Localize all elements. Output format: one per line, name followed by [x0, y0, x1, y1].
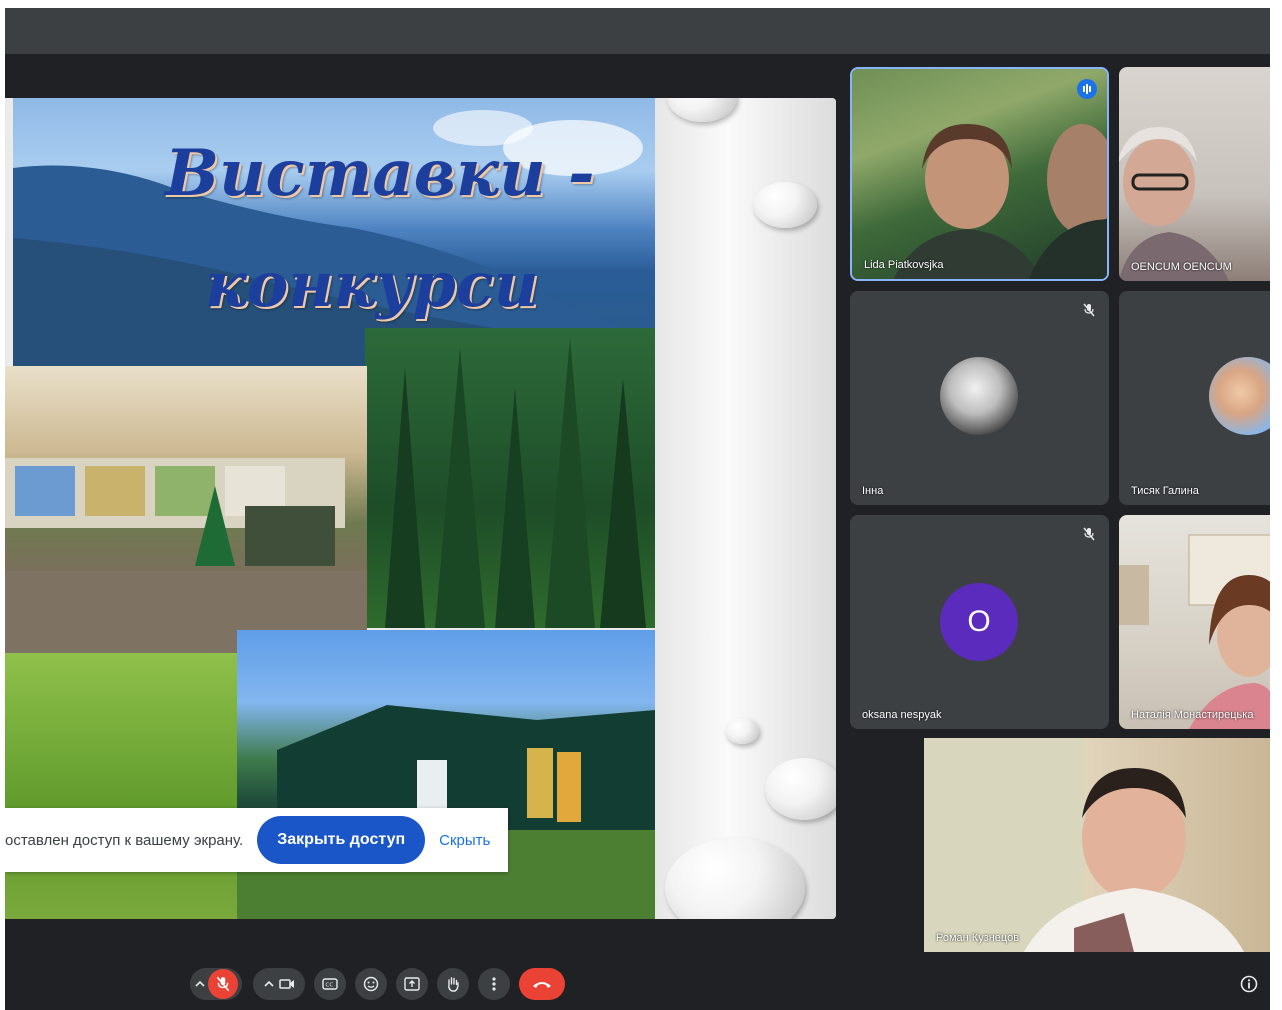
participant-tile[interactable]: Інна	[850, 291, 1109, 505]
participant-avatar	[940, 357, 1018, 435]
camera-control-group	[253, 968, 305, 1000]
water-drop-decoration	[753, 182, 817, 228]
participant-tile[interactable]: Тисяк Галина	[1119, 291, 1270, 505]
emoji-icon	[363, 976, 379, 992]
forest-photo	[365, 328, 655, 628]
meeting-window: Виставки - конкурси оставлен доступ к ва…	[5, 8, 1270, 1010]
chevron-up-icon[interactable]	[263, 978, 275, 990]
participant-tile[interactable]: Роман Кузнецов	[924, 738, 1270, 952]
mic-off-icon	[216, 976, 230, 992]
mic-off-icon	[1083, 303, 1095, 317]
hide-notice-button[interactable]: Скрыть	[439, 832, 490, 849]
camera-icon[interactable]	[279, 978, 295, 990]
mic-off-icon	[1083, 527, 1095, 541]
participant-name: oksana nespyak	[862, 709, 942, 721]
participant-video	[1119, 67, 1270, 281]
participant-tile[interactable]: Наталія Монастирецька	[1119, 515, 1270, 729]
info-icon	[1240, 975, 1258, 993]
participant-tile[interactable]: OENCUM OENCUM	[1119, 67, 1270, 281]
water-drop-decoration	[725, 718, 759, 744]
water-drop-decoration	[765, 758, 836, 820]
more-icon	[492, 977, 496, 991]
speaking-indicator-icon	[1077, 79, 1097, 99]
screen-share-notice: оставлен доступ к вашему экрану. Закрыть…	[5, 808, 508, 872]
raise-hand-icon	[448, 977, 459, 992]
reactions-button[interactable]	[355, 968, 387, 1000]
exhibition-table-photo	[5, 366, 367, 653]
stop-sharing-button[interactable]: Закрыть доступ	[257, 816, 426, 864]
meadow-photo	[5, 653, 237, 919]
present-icon	[404, 977, 420, 991]
slide-title-line-2: конкурси	[205, 248, 539, 321]
participant-name: Lida Piatkovsjka	[864, 259, 944, 271]
participant-video	[924, 738, 1270, 952]
end-call-button[interactable]	[519, 968, 565, 1000]
participant-tile[interactable]: Lida Piatkovsjka	[850, 67, 1109, 281]
share-notice-message: оставлен доступ к вашему экрану.	[5, 831, 244, 849]
participant-name: Інна	[862, 485, 884, 497]
mic-toggle-button[interactable]	[208, 969, 238, 999]
shared-presentation: Виставки - конкурси оставлен доступ к ва…	[5, 98, 836, 919]
participant-tile[interactable]: O oksana nespyak	[850, 515, 1109, 729]
participant-video	[1119, 515, 1270, 729]
captions-icon: CC	[322, 978, 338, 990]
participant-video	[852, 69, 1107, 279]
end-call-icon	[533, 982, 551, 988]
participant-name: Роман Кузнецов	[936, 932, 1020, 944]
participant-name: Наталія Монастирецька	[1131, 709, 1254, 721]
captions-button[interactable]: CC	[314, 968, 346, 1000]
more-options-button[interactable]	[478, 968, 510, 1000]
browser-top-bar	[5, 8, 1270, 54]
svg-text:CC: CC	[326, 983, 334, 989]
mic-control-group	[190, 968, 242, 1000]
outdoor-tent-photo	[237, 630, 655, 919]
raise-hand-button[interactable]	[437, 968, 469, 1000]
meeting-info-button[interactable]	[1240, 975, 1258, 993]
present-button[interactable]	[396, 968, 428, 1000]
participant-avatar: O	[940, 583, 1018, 661]
slide-title-line-1: Виставки -	[165, 136, 595, 211]
participant-name: Тисяк Галина	[1131, 485, 1199, 497]
chevron-up-icon[interactable]	[194, 978, 206, 990]
participant-name: OENCUM OENCUM	[1131, 261, 1232, 273]
participant-avatar	[1209, 357, 1270, 435]
